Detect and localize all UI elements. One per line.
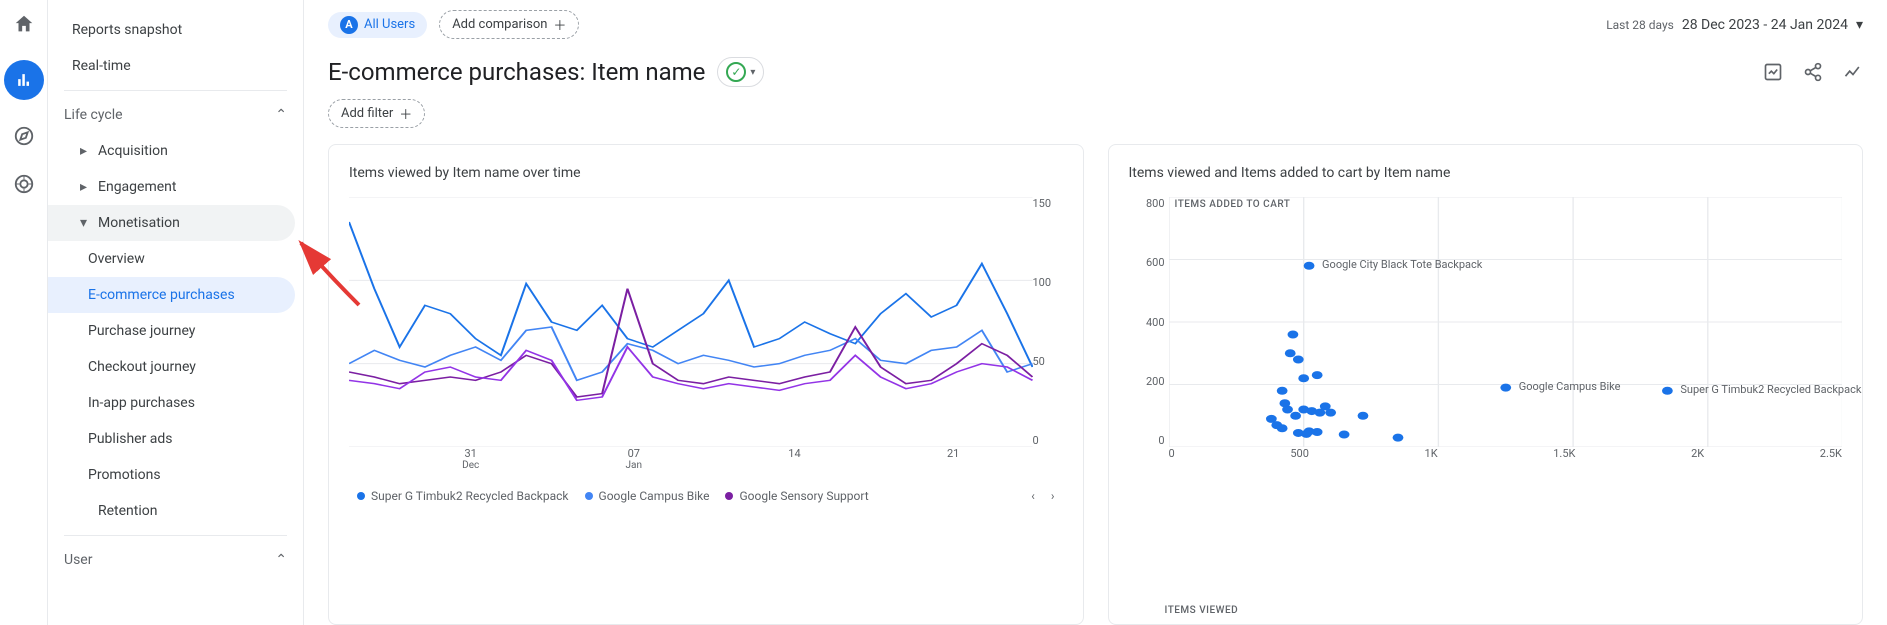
add-filter-label: Add filter xyxy=(341,106,393,121)
plus-icon: ＋ xyxy=(553,15,566,34)
line-chart-title: Items viewed by Item name over time xyxy=(349,165,1063,181)
add-comparison-chip[interactable]: Add comparison ＋ xyxy=(439,10,579,39)
chevron-up-icon: ⌃ xyxy=(275,107,287,123)
date-range-value: 28 Dec 2023 - 24 Jan 2024 xyxy=(1682,17,1848,33)
scatter-chart-plot[interactable]: ITEMS ADDED TO CART Google City Black To… xyxy=(1169,197,1843,447)
sidebar-overview[interactable]: Overview xyxy=(48,241,295,277)
legend-next-icon[interactable]: › xyxy=(1051,489,1055,503)
sidebar-retention[interactable]: Retention xyxy=(48,493,295,529)
legend-item[interactable]: Google Sensory Support xyxy=(725,489,868,503)
sidebar-user-label: User xyxy=(64,552,92,568)
page-title: E-commerce purchases: Item name xyxy=(328,58,705,86)
chevron-down-icon: ▾ xyxy=(750,67,755,78)
topbar: A All Users Add comparison ＋ Last 28 day… xyxy=(304,0,1887,49)
legend-item[interactable]: Super G Timbuk2 Recycled Backpack xyxy=(357,489,569,503)
caret-right-icon: ▸ xyxy=(80,143,90,159)
reports-icon[interactable] xyxy=(4,60,44,100)
legend-prev-icon[interactable]: ‹ xyxy=(1031,489,1035,503)
scatter-y-label: ITEMS ADDED TO CART xyxy=(1175,199,1291,210)
line-y-axis: 150100500 xyxy=(1033,197,1063,447)
add-comparison-label: Add comparison xyxy=(452,17,547,32)
add-filter-chip[interactable]: Add filter ＋ xyxy=(328,99,425,128)
sidebar-section-user[interactable]: User ⌃ xyxy=(48,542,303,578)
share-icon[interactable] xyxy=(1803,62,1823,82)
segment-badge: A xyxy=(340,16,358,34)
explore-icon[interactable] xyxy=(12,124,36,148)
date-range-picker[interactable]: Last 28 days 28 Dec 2023 - 24 Jan 2024 ▾ xyxy=(1606,17,1863,33)
line-x-axis: 31Dec07Jan1421 xyxy=(389,447,1033,477)
segment-all-users-chip[interactable]: A All Users xyxy=(328,12,427,38)
plus-icon: ＋ xyxy=(399,104,412,123)
main-content: A All Users Add comparison ＋ Last 28 day… xyxy=(304,0,1887,625)
check-icon: ✓ xyxy=(726,62,746,82)
nav-rail xyxy=(0,0,48,625)
dimension-picker[interactable]: ✓ ▾ xyxy=(717,57,764,87)
sidebar-lifecycle-label: Life cycle xyxy=(64,107,123,123)
sidebar-ecommerce-purchases[interactable]: E-commerce purchases xyxy=(48,277,295,313)
date-range-label: Last 28 days xyxy=(1606,18,1674,32)
chevron-up-icon: ⌃ xyxy=(275,552,287,568)
sidebar-monetisation[interactable]: ▾ Monetisation xyxy=(48,205,295,241)
advertising-icon[interactable] xyxy=(12,172,36,196)
sidebar-promotions[interactable]: Promotions xyxy=(48,457,295,493)
scatter-y-axis: 8006004002000 xyxy=(1129,197,1169,447)
line-chart-plot[interactable] xyxy=(349,197,1033,447)
title-row: E-commerce purchases: Item name ✓ ▾ xyxy=(304,49,1887,95)
sidebar-realtime[interactable]: Real-time xyxy=(48,48,295,84)
sidebar-reports-snapshot[interactable]: Reports snapshot xyxy=(48,12,295,48)
sidebar-inapp-purchases[interactable]: In-app purchases xyxy=(48,385,295,421)
caret-down-icon: ▾ xyxy=(80,215,90,231)
sidebar-checkout-journey[interactable]: Checkout journey xyxy=(48,349,295,385)
scatter-x-label: ITEMS VIEWED xyxy=(1165,605,1239,616)
sidebar-purchase-journey[interactable]: Purchase journey xyxy=(48,313,295,349)
sidebar-acquisition[interactable]: ▸ Acquisition xyxy=(48,133,295,169)
sidebar-publisher-ads[interactable]: Publisher ads xyxy=(48,421,295,457)
insights-icon[interactable] xyxy=(1843,62,1863,82)
caret-right-icon: ▸ xyxy=(80,179,90,195)
scatter-chart-card: Items viewed and Items added to cart by … xyxy=(1108,144,1864,625)
scatter-chart-title: Items viewed and Items added to cart by … xyxy=(1129,165,1843,181)
scatter-x-axis: 05001K1.5K2K2.5K xyxy=(1169,447,1843,477)
scatter-point-label: Google Campus Bike xyxy=(1519,380,1621,393)
segment-label: All Users xyxy=(364,17,415,32)
scatter-point-label: Super G Timbuk2 Recycled Backpack xyxy=(1680,383,1861,396)
legend-item[interactable]: Google Campus Bike xyxy=(585,489,710,503)
home-icon[interactable] xyxy=(12,12,36,36)
line-legend: Super G Timbuk2 Recycled Backpack Google … xyxy=(349,489,1063,503)
sidebar-section-lifecycle[interactable]: Life cycle ⌃ xyxy=(48,97,303,133)
chevron-down-icon: ▾ xyxy=(1856,17,1863,33)
line-chart-card: Items viewed by Item name over time 1501… xyxy=(328,144,1084,625)
sidebar: Reports snapshot Real-time Life cycle ⌃ … xyxy=(48,0,304,625)
customize-report-icon[interactable] xyxy=(1763,62,1783,82)
sidebar-engagement[interactable]: ▸ Engagement xyxy=(48,169,295,205)
scatter-point-label: Google City Black Tote Backpack xyxy=(1322,258,1482,271)
